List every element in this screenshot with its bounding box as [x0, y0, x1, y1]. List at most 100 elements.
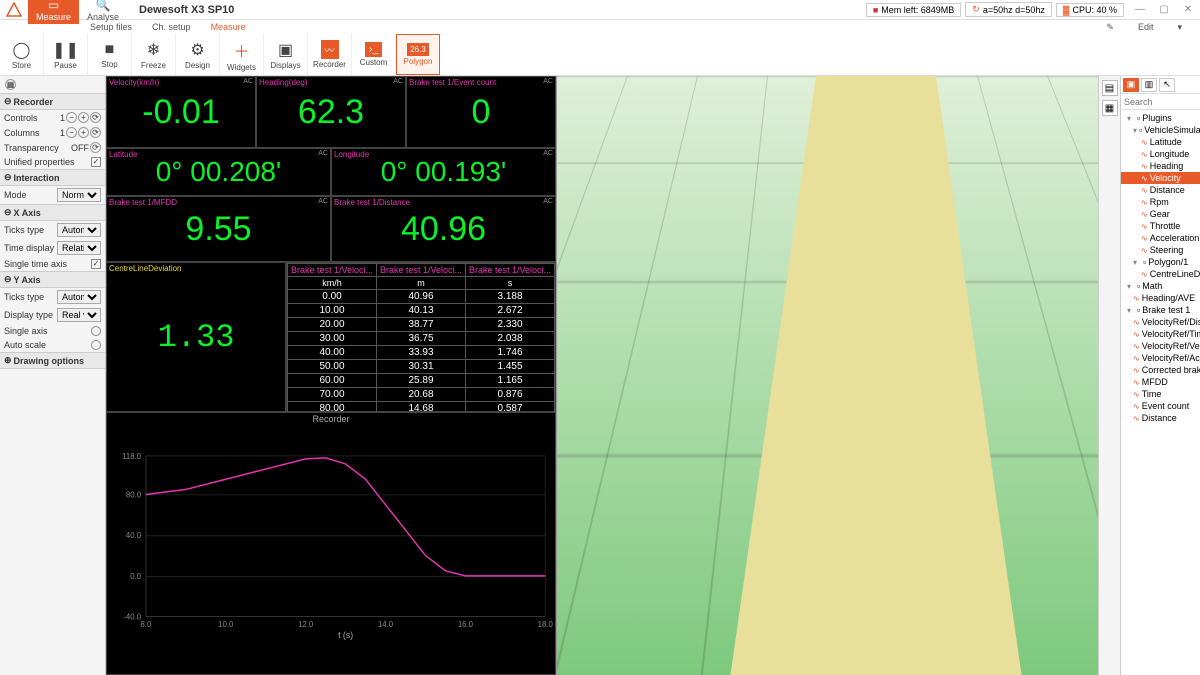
- tree-channel[interactable]: ∿VelocityRef/Velocity: [1121, 340, 1200, 352]
- table-row[interactable]: 0.0040.963.188: [288, 290, 555, 304]
- menu-ch-setup[interactable]: Ch. setup: [142, 22, 201, 32]
- mfdd-display[interactable]: Brake test 1/MFDDAC9.55: [106, 196, 331, 262]
- controls-dec[interactable]: −: [66, 112, 77, 123]
- toolbar: ◯Store ❚❚Pause ■Stop ❄Freeze ⚙Design ＋Wi…: [0, 34, 1200, 76]
- controls-reset[interactable]: ⟳: [90, 112, 101, 123]
- menu-measure[interactable]: Measure: [201, 22, 256, 32]
- polygon-tab-button[interactable]: 26.3Polygon: [396, 34, 440, 75]
- channel-tree-panel: ▣ ▥ ↖ ▾▫Plugins▾▫VehicleSimulation∿Latit…: [1120, 76, 1200, 675]
- velocity-display[interactable]: Velocity(km/h)AC-0.01: [106, 76, 256, 148]
- panel-toggle-icon[interactable]: ▦: [5, 79, 16, 90]
- interaction-section-header[interactable]: ⊖Interaction: [0, 169, 105, 186]
- tree-mode-cursor[interactable]: ↖: [1159, 78, 1175, 92]
- menu-setup-files[interactable]: Setup files: [80, 22, 142, 32]
- tree-channel[interactable]: ∿Distance: [1121, 412, 1200, 424]
- recorder-chart[interactable]: Recorder 118.080.040.00.0-40.0 8.010.012…: [106, 412, 556, 675]
- table-row[interactable]: 10.0040.132.672: [288, 304, 555, 318]
- tree-mode-list[interactable]: ▥: [1141, 78, 1157, 92]
- recorder-section-header[interactable]: ⊖Recorder: [0, 93, 105, 110]
- tree-channel[interactable]: ∿Time: [1121, 388, 1200, 400]
- autoscale-radio[interactable]: [91, 340, 101, 350]
- timedisp-select[interactable]: Relative: [57, 241, 101, 255]
- channel-search-input[interactable]: [1121, 94, 1200, 110]
- table-row[interactable]: 30.0036.752.038: [288, 332, 555, 346]
- distance-display[interactable]: Brake test 1/DistanceAC40.96: [331, 196, 556, 262]
- tree-channel[interactable]: ∿MFDD: [1121, 376, 1200, 388]
- mode-select[interactable]: Normal: [57, 188, 101, 202]
- svg-text:14.0: 14.0: [378, 620, 394, 629]
- 3d-view[interactable]: [556, 76, 1098, 675]
- tree-group[interactable]: ▾▫Polygon/1: [1121, 256, 1200, 268]
- transparency-toggle[interactable]: ⟳: [90, 142, 101, 153]
- tab-measure[interactable]: ▭ Measure: [28, 0, 79, 24]
- centreline-display[interactable]: CentreLineDeviation1.33: [106, 262, 286, 412]
- tree-channel[interactable]: ∿Gear: [1121, 208, 1200, 220]
- layout-icon-1[interactable]: ▤: [1102, 80, 1118, 96]
- window-maximize[interactable]: ▢: [1152, 4, 1176, 15]
- tree-channel[interactable]: ∿VelocityRef/Distance: [1121, 316, 1200, 328]
- columns-dec[interactable]: −: [66, 127, 77, 138]
- tree-group[interactable]: ▾▫Plugins: [1121, 112, 1200, 124]
- view-gutter: ▤ ▦: [1098, 76, 1120, 675]
- brake-table[interactable]: Brake test 1/Veloci...Brake test 1/Veloc…: [286, 262, 556, 412]
- layout-icon-2[interactable]: ▦: [1102, 100, 1118, 116]
- tree-channel[interactable]: ∿Steering: [1121, 244, 1200, 256]
- tree-channel[interactable]: ∿VelocityRef/Time: [1121, 328, 1200, 340]
- unified-checkbox[interactable]: ✓: [91, 157, 101, 167]
- displays-button[interactable]: ▣Displays: [264, 34, 308, 75]
- design-button[interactable]: ⚙Design: [176, 34, 220, 75]
- tree-channel[interactable]: ∿Longitude: [1121, 148, 1200, 160]
- xticks-select[interactable]: Automatic: [57, 223, 101, 237]
- yaxis-section-header[interactable]: ⊖Y Axis: [0, 271, 105, 288]
- longitude-display[interactable]: LongitudeAC0° 00.193': [331, 148, 556, 196]
- tree-group[interactable]: ▾▫Math: [1121, 280, 1200, 292]
- tree-channel[interactable]: ∿Heading/AVE: [1121, 292, 1200, 304]
- menu-dropdown-icon[interactable]: ▾: [1167, 22, 1192, 33]
- tree-channel[interactable]: ∿Rpm: [1121, 196, 1200, 208]
- tree-mode-folder[interactable]: ▣: [1123, 78, 1139, 92]
- recorder-tab-button[interactable]: 〰Recorder: [308, 34, 352, 75]
- tree-channel[interactable]: ∿Latitude: [1121, 136, 1200, 148]
- heading-display[interactable]: Heading(deg)AC62.3: [256, 76, 406, 148]
- tree-channel[interactable]: ∿Corrected brake d: [1121, 364, 1200, 376]
- widgets-button[interactable]: ＋Widgets: [220, 34, 264, 75]
- tree-channel[interactable]: ∿Throttle: [1121, 220, 1200, 232]
- custom-tab-button[interactable]: ›_Custom: [352, 34, 396, 75]
- latitude-display[interactable]: LatitudeAC0° 00.208': [106, 148, 331, 196]
- yticks-select[interactable]: Automatic: [57, 290, 101, 304]
- tree-channel[interactable]: ∿Acceleration: [1121, 232, 1200, 244]
- eventcount-display[interactable]: Brake test 1/Event countAC0: [406, 76, 556, 148]
- tree-channel[interactable]: ∿VelocityRef/Accel: [1121, 352, 1200, 364]
- window-close[interactable]: ✕: [1176, 4, 1200, 15]
- tree-channel[interactable]: ∿Velocity: [1121, 172, 1200, 184]
- app-title: Dewesoft X3 SP10: [139, 4, 234, 16]
- columns-inc[interactable]: +: [78, 127, 89, 138]
- table-row[interactable]: 20.0038.772.330: [288, 318, 555, 332]
- freeze-button[interactable]: ❄Freeze: [132, 34, 176, 75]
- tree-channel[interactable]: ∿Distance: [1121, 184, 1200, 196]
- controls-inc[interactable]: +: [78, 112, 89, 123]
- tab-analyse[interactable]: 🔍 Analyse: [79, 0, 127, 24]
- table-row[interactable]: 60.0025.891.165: [288, 374, 555, 388]
- table-row[interactable]: 70.0020.680.876: [288, 388, 555, 402]
- tree-channel[interactable]: ∿CentreLineDeviation: [1121, 268, 1200, 280]
- tab-measure-label: Measure: [36, 12, 71, 22]
- tree-channel[interactable]: ∿Heading: [1121, 160, 1200, 172]
- window-minimize[interactable]: —: [1128, 4, 1152, 15]
- columns-reset[interactable]: ⟳: [90, 127, 101, 138]
- drawopt-section-header[interactable]: ⊕Drawing options: [0, 352, 105, 369]
- yticks-label: Ticks type: [4, 292, 57, 302]
- singleaxis-radio[interactable]: [91, 326, 101, 336]
- table-row[interactable]: 40.0033.931.746: [288, 346, 555, 360]
- store-button[interactable]: ◯Store: [0, 34, 44, 75]
- stop-button[interactable]: ■Stop: [88, 34, 132, 75]
- table-row[interactable]: 50.0030.311.455: [288, 360, 555, 374]
- tree-group[interactable]: ▾▫Brake test 1: [1121, 304, 1200, 316]
- menu-edit[interactable]: Edit: [1128, 22, 1164, 32]
- disptype-select[interactable]: Real value: [57, 308, 101, 322]
- pause-button[interactable]: ❚❚Pause: [44, 34, 88, 75]
- singletime-checkbox[interactable]: ✓: [91, 259, 101, 269]
- tree-group[interactable]: ▾▫VehicleSimulation: [1121, 124, 1200, 136]
- tree-channel[interactable]: ∿Event count: [1121, 400, 1200, 412]
- xaxis-section-header[interactable]: ⊖X Axis: [0, 204, 105, 221]
